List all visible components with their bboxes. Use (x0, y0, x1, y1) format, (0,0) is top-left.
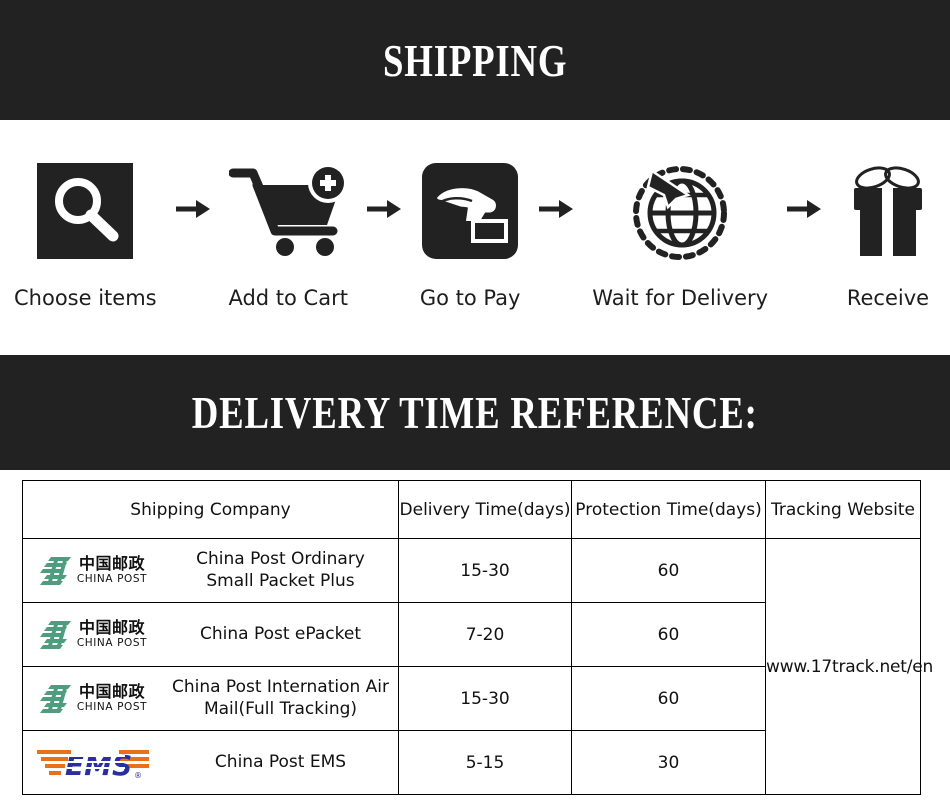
cell-shipping-company: 中国邮政 CHINA POST China Post ePacket (22, 602, 399, 667)
logo-text-cn: 中国邮政 (78, 618, 145, 638)
company-name: China Post ePacket (199, 623, 361, 644)
logo-text-cn: 中国邮政 (78, 554, 145, 574)
cell-delivery-time: 7-20 (398, 602, 572, 667)
header-shipping-company: Shipping Company (22, 480, 399, 539)
globe-airplane-icon (628, 156, 732, 266)
step-label: Go to Pay (419, 285, 521, 310)
step-go-to-pay: Go to Pay (419, 156, 521, 310)
cell-delivery-time: 15-30 (398, 538, 572, 603)
header-delivery-time: Delivery Time(days) (398, 480, 572, 539)
arrow-right-icon (785, 196, 823, 222)
company-name: China Post EMS (214, 751, 347, 772)
cell-delivery-time: 15-30 (398, 666, 572, 731)
cell-shipping-company: 中国邮政 CHINA POST China Post Internation A… (22, 666, 399, 731)
shipping-infographic: SHIPPING Choose items Add to Cart Go to … (0, 0, 950, 806)
china-post-emblem (39, 556, 71, 585)
svg-text:EMS: EMS (65, 749, 132, 782)
logo-text-en: CHINA POST (76, 573, 148, 586)
table-row: 中国邮政 CHINA POST China Post Ordinary Smal… (22, 538, 933, 795)
delivery-time-banner: DELIVERY TIME REFERENCE: (0, 355, 950, 470)
step-label: Receive (846, 285, 930, 310)
china-post-logo: 中国邮政 CHINA POST (23, 555, 163, 587)
china-post-logo: 中国邮政 CHINA POST (23, 619, 163, 651)
hand-card-payment-icon (422, 156, 519, 266)
step-receive: Receive (840, 156, 936, 310)
logo-text-cn: 中国邮政 (78, 682, 145, 702)
china-post-logo: 中国邮政 CHINA POST (23, 683, 163, 715)
arrow-right-icon (365, 196, 403, 222)
delivery-time-table: Shipping Company Delivery Time(days) Pro… (22, 480, 933, 795)
table-header-row: Shipping Company Delivery Time(days) Pro… (22, 480, 921, 539)
cell-protection-time: 60 (571, 538, 766, 603)
cell-protection-time: 30 (571, 730, 766, 795)
cell-protection-time: 60 (571, 666, 766, 731)
step-wait-for-delivery: Wait for Delivery (592, 156, 768, 310)
ems-logo: EMS ® (23, 744, 163, 782)
header-protection-time: Protection Time(days) (571, 480, 766, 539)
section-title: DELIVERY TIME REFERENCE: (192, 387, 758, 438)
cell-delivery-time: 5-15 (398, 730, 572, 795)
china-post-emblem (39, 620, 71, 649)
step-label: Choose items (14, 285, 157, 310)
shopping-cart-plus-icon (229, 156, 348, 266)
company-name: China Post Ordinary Small Packet Plus (196, 549, 365, 591)
step-label: Add to Cart (228, 285, 348, 310)
arrow-right-icon (537, 196, 575, 222)
step-add-to-cart: Add to Cart (228, 156, 348, 310)
logo-text-en: CHINA POST (76, 701, 148, 714)
header-tracking-website: Tracking Website (765, 480, 921, 539)
company-name: China Post Internation Air Mail(Full Tra… (171, 677, 390, 719)
page-title: SHIPPING (382, 34, 568, 86)
process-steps: Choose items Add to Cart Go to Pay Wait … (0, 120, 950, 355)
cell-tracking-website[interactable]: www.17track.net/en (765, 538, 933, 795)
cell-shipping-company: EMS ® China Post EMS (22, 730, 399, 795)
arrow-right-icon (174, 196, 212, 222)
step-label: Wait for Delivery (592, 285, 769, 310)
svg-text:®: ® (134, 771, 142, 780)
step-choose-items: Choose items (14, 156, 157, 310)
shipping-banner: SHIPPING (0, 0, 950, 120)
ems-logo-mark: EMS ® (37, 749, 149, 782)
cell-shipping-company: 中国邮政 CHINA POST China Post Ordinary Smal… (22, 538, 399, 603)
china-post-emblem (39, 684, 71, 713)
magnifier-search-icon (37, 156, 134, 266)
gift-box-icon (840, 156, 936, 266)
cell-protection-time: 60 (571, 602, 766, 667)
logo-text-en: CHINA POST (76, 637, 148, 650)
